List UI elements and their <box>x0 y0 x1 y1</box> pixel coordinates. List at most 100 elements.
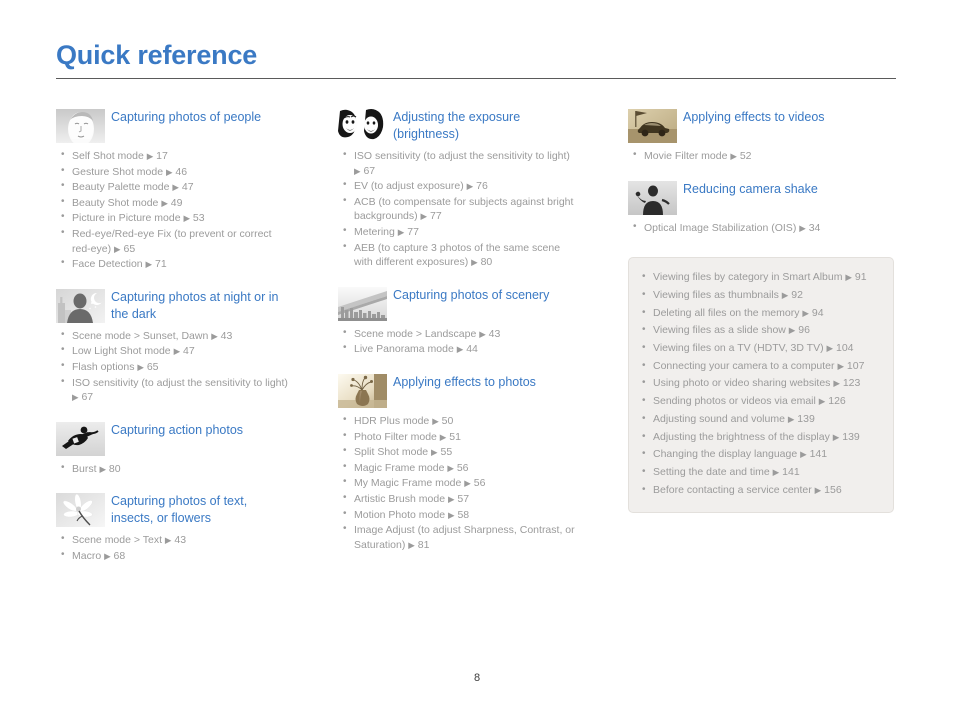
list-item[interactable]: Changing the display language ▶ 141 <box>635 446 881 462</box>
list-item-label: Red-eye/Red-eye Fix (to prevent or corre… <box>72 227 272 255</box>
list-item[interactable]: Magic Frame mode ▶ 56 <box>338 460 580 476</box>
play-arrow-icon: ▶ <box>833 378 840 389</box>
list-item-label: EV (to adjust exposure) <box>354 180 467 193</box>
list-item[interactable]: Red-eye/Red-eye Fix (to prevent or corre… <box>56 226 290 256</box>
list-item[interactable]: Movie Filter mode ▶ 52 <box>628 148 900 164</box>
page-reference: ▶ 43 <box>164 534 187 547</box>
reference-list: Burst ▶ 80 <box>56 461 290 477</box>
list-item[interactable]: Low Light Shot mode ▶ 47 <box>56 343 290 359</box>
page-reference: ▶ 96 <box>788 324 810 337</box>
page-reference: ▶ 76 <box>466 180 488 193</box>
play-arrow-icon: ▶ <box>183 213 191 224</box>
list-item[interactable]: Sending photos or videos via email ▶ 126 <box>635 393 881 409</box>
list-item[interactable]: Face Detection ▶ 71 <box>56 256 290 272</box>
play-arrow-icon: ▶ <box>137 361 144 372</box>
camera-shake-person-thumbnail <box>628 180 677 215</box>
list-item[interactable]: Burst ▶ 80 <box>56 461 290 477</box>
list-item[interactable]: Beauty Shot mode ▶ 49 <box>56 195 290 211</box>
section-header: Capturing photos of text, insects, or fl… <box>56 492 290 528</box>
page-reference: ▶ 44 <box>456 343 478 356</box>
list-item[interactable]: Image Adjust (to adjust Sharpness, Contr… <box>338 522 580 552</box>
reference-section: Applying effects to videos Movie Filter m… <box>628 108 900 164</box>
reference-list: Movie Filter mode ▶ 52 <box>628 148 900 164</box>
section-title[interactable]: Adjusting the exposure (brightness) <box>387 108 580 143</box>
play-arrow-icon: ▶ <box>72 392 79 403</box>
list-item[interactable]: Artistic Brush mode ▶ 57 <box>338 491 580 507</box>
play-arrow-icon: ▶ <box>479 328 486 339</box>
list-item[interactable]: Connecting your camera to a computer ▶ 1… <box>635 358 881 374</box>
section-header: Adjusting the exposure (brightness) <box>338 108 580 143</box>
list-item[interactable]: Gesture Shot mode ▶ 46 <box>56 164 290 180</box>
list-item[interactable]: Viewing files by category in Smart Album… <box>635 269 881 285</box>
page-reference: ▶ 92 <box>781 288 803 301</box>
list-item-label: Viewing files by category in Smart Album <box>653 271 846 284</box>
list-item[interactable]: Viewing files as a slide show ▶ 96 <box>635 322 881 338</box>
section-header: Applying effects to photos <box>338 373 580 408</box>
list-item[interactable]: EV (to adjust exposure) ▶ 76 <box>338 178 580 194</box>
section-title[interactable]: Capturing photos of text, insects, or fl… <box>105 492 290 527</box>
play-arrow-icon: ▶ <box>408 539 415 550</box>
section-title[interactable]: Capturing action photos <box>105 421 243 439</box>
list-item[interactable]: ISO sensitivity (to adjust the sensitivi… <box>338 148 580 178</box>
list-item-label: Motion Photo mode <box>354 508 448 521</box>
page-reference: ▶ 43 <box>479 327 501 340</box>
list-item[interactable]: Flash options ▶ 65 <box>56 359 290 375</box>
list-item[interactable]: My Magic Frame mode ▶ 56 <box>338 475 580 491</box>
column-right: Applying effects to videos Movie Filter m… <box>580 108 900 580</box>
play-arrow-icon: ▶ <box>845 272 852 283</box>
list-item[interactable]: ACB (to compensate for subjects against … <box>338 194 580 224</box>
page-reference: ▶ 141 <box>800 448 828 461</box>
section-header: Applying effects to videos <box>628 108 900 143</box>
list-item[interactable]: Before contacting a service center ▶ 156 <box>635 482 881 498</box>
play-arrow-icon: ▶ <box>146 151 154 161</box>
list-item[interactable]: Using photo or video sharing websites ▶ … <box>635 375 881 391</box>
list-item[interactable]: AEB (to capture 3 photos of the same sce… <box>338 240 580 270</box>
list-item[interactable]: Scene mode > Sunset, Dawn ▶ 43 <box>56 328 290 344</box>
list-item-label: Changing the display language <box>653 448 801 461</box>
section-title[interactable]: Capturing photos of scenery <box>387 286 549 304</box>
list-item[interactable]: Deleting all files on the memory ▶ 94 <box>635 305 881 321</box>
page-reference: ▶ 43 <box>211 329 233 342</box>
list-item[interactable]: Adjusting the brightness of the display … <box>635 429 881 445</box>
list-item[interactable]: Adjusting sound and volume ▶ 139 <box>635 411 881 427</box>
list-item[interactable]: HDR Plus mode ▶ 50 <box>338 413 580 429</box>
play-arrow-icon: ▶ <box>471 257 478 268</box>
play-arrow-icon: ▶ <box>787 413 795 424</box>
list-item[interactable]: ISO sensitivity (to adjust the sensitivi… <box>56 375 290 405</box>
page-reference: ▶ 17 <box>146 150 168 162</box>
list-item[interactable]: Split Shot mode ▶ 55 <box>338 444 580 460</box>
play-arrow-icon: ▶ <box>814 484 822 495</box>
flower-macro-thumbnail <box>56 493 105 528</box>
list-item[interactable]: Optical Image Stabilization (OIS) ▶ 34 <box>628 220 900 236</box>
page-reference: ▶ 81 <box>408 538 430 551</box>
section-header: Reducing camera shake <box>628 180 900 215</box>
list-item[interactable]: Setting the date and time ▶ 141 <box>635 464 881 480</box>
page-reference: ▶ 80 <box>471 256 493 269</box>
section-title[interactable]: Applying effects to videos <box>677 108 825 126</box>
vase-sepia-thumbnail <box>338 373 387 408</box>
page-reference: ▶ 68 <box>104 549 126 562</box>
page-reference: ▶ 56 <box>447 461 469 474</box>
list-item[interactable]: Live Panorama mode ▶ 44 <box>338 341 580 357</box>
play-arrow-icon: ▶ <box>466 181 474 192</box>
list-item[interactable]: Picture in Picture mode ▶ 53 <box>56 210 290 226</box>
section-title[interactable]: Capturing photos at night or in the dark <box>105 288 290 323</box>
section-title[interactable]: Reducing camera shake <box>677 180 818 198</box>
list-item[interactable]: Scene mode > Landscape ▶ 43 <box>338 326 580 342</box>
list-item[interactable]: Self Shot mode ▶ 17 <box>56 148 290 164</box>
list-item[interactable]: Metering ▶ 77 <box>338 224 580 240</box>
list-item[interactable]: Viewing files on a TV (HDTV, 3D TV) ▶ 10… <box>635 340 881 356</box>
list-item-label: Scene mode > Text <box>72 534 165 547</box>
page-reference: ▶ 50 <box>432 414 454 427</box>
list-item[interactable]: Scene mode > Text ▶ 43 <box>56 532 290 548</box>
list-item[interactable]: Photo Filter mode ▶ 51 <box>338 429 580 445</box>
list-item[interactable]: Beauty Palette mode ▶ 47 <box>56 179 290 195</box>
list-item-label: Gesture Shot mode <box>72 165 166 178</box>
section-title[interactable]: Applying effects to photos <box>387 373 536 391</box>
list-item[interactable]: Motion Photo mode ▶ 58 <box>338 507 580 523</box>
info-box-list: Viewing files by category in Smart Album… <box>635 269 881 498</box>
list-item[interactable]: Viewing files as thumbnails ▶ 92 <box>635 287 881 303</box>
section-title[interactable]: Capturing photos of people <box>105 108 261 126</box>
list-item-label: Low Light Shot mode <box>72 345 174 358</box>
list-item[interactable]: Macro ▶ 68 <box>56 548 290 564</box>
